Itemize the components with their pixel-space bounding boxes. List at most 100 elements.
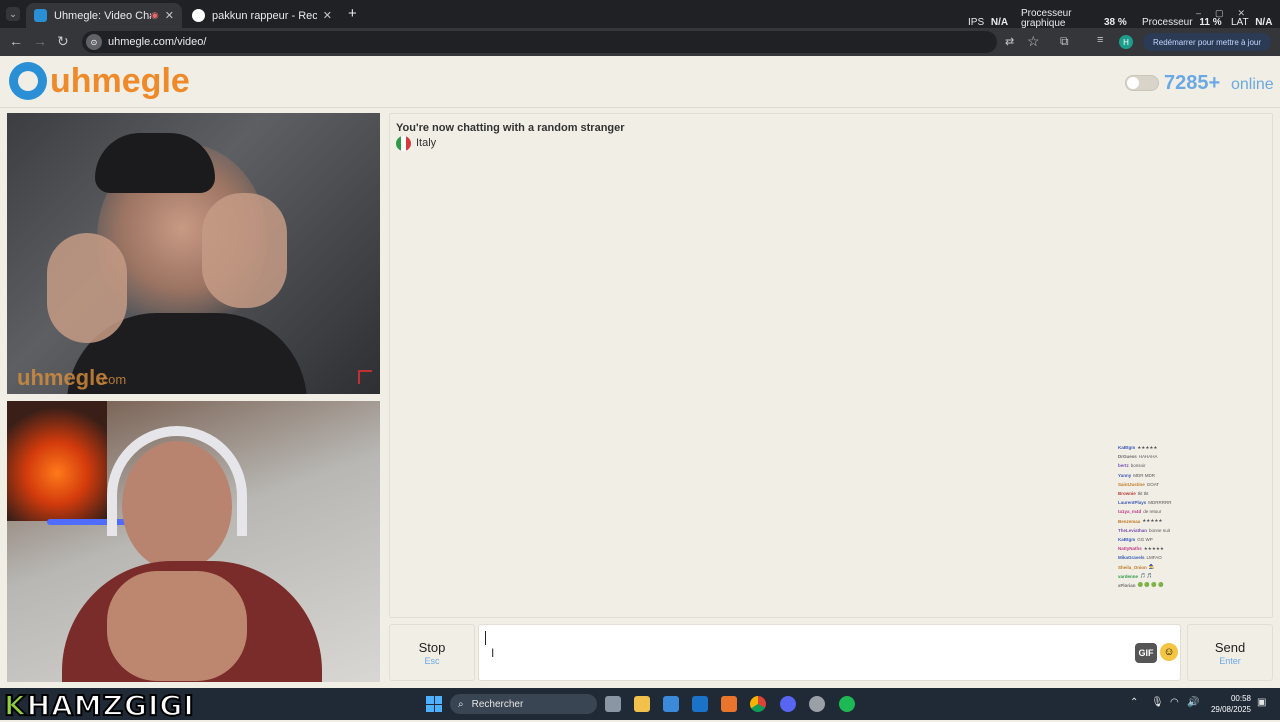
overlay-chat-row: TheLeviathan bonne nuit — [1118, 526, 1228, 535]
stranger-video — [7, 113, 380, 394]
gif-button[interactable]: GIF — [1135, 643, 1157, 663]
file-explorer-icon[interactable] — [634, 696, 650, 712]
new-tab-button[interactable]: + — [348, 5, 357, 22]
discord-icon[interactable] — [780, 696, 796, 712]
site-header — [0, 56, 1280, 108]
clock-date: 29/08/2025 — [1210, 705, 1251, 714]
window-controls[interactable]: –▢✕ — [1196, 8, 1259, 19]
address-bar[interactable]: ⊙ uhmegle.com/video/ — [82, 31, 997, 53]
overlay-chat-row: NattyNaths ★★★★★ — [1118, 544, 1228, 553]
overlay-chat-row: DrGuess HAHAHA — [1118, 452, 1228, 461]
stop-hint: Esc — [424, 655, 440, 666]
taskbar-clock[interactable]: 00:58 29/08/2025 — [1206, 693, 1251, 715]
overlay-chat-message: ★★★★★ — [1137, 444, 1158, 450]
ips-value: N/A — [990, 17, 1009, 28]
microphone-icon[interactable]: 🎙 — [1151, 697, 1164, 708]
site-logo-text[interactable]: uhmegle — [50, 62, 190, 101]
volume-icon[interactable]: 🔊 — [1187, 697, 1199, 708]
profile-avatar[interactable]: H — [1119, 35, 1133, 49]
perf-lat: LAT N/A — [1231, 18, 1272, 28]
extensions-icon[interactable]: ⧉ — [1060, 34, 1069, 49]
message-input[interactable] — [478, 624, 1181, 681]
overlay-chat-row: Benzemaa ★★★★★ — [1118, 517, 1228, 526]
google-favicon — [192, 9, 205, 22]
overlay-chat-user: KaBtgm — [1118, 445, 1136, 451]
reading-list-icon[interactable]: ≡ — [1097, 34, 1103, 46]
overlay-chat-user: NattyNaths — [1118, 546, 1142, 552]
gpu-label: Processeur graphique — [1021, 8, 1072, 29]
outlook-icon[interactable] — [692, 696, 708, 712]
back-icon[interactable]: ← — [9, 33, 23, 49]
stop-button[interactable]: Stop Esc — [389, 624, 475, 681]
forward-icon[interactable]: → — [33, 33, 47, 49]
theme-toggle[interactable] — [1125, 75, 1159, 91]
overlay-chat-user: vardenne — [1118, 573, 1139, 579]
store-icon[interactable] — [663, 696, 679, 712]
overlay-chat-row: MikaGravels LMFAO — [1118, 553, 1228, 562]
tab-google[interactable]: pakkun rappeur - Recherche Google ✕ — [184, 3, 340, 28]
streamer-name-overlay: KHAMZGIGI — [3, 688, 195, 722]
app-orange-icon[interactable] — [721, 696, 737, 712]
perf-cpu: Processeur 11 % — [1142, 18, 1222, 28]
overlay-chat-row: KaBtgm ★★★★★ — [1118, 443, 1228, 452]
overlay-chat-message: ★★★★★ — [1142, 518, 1163, 524]
notification-icon[interactable]: ▣ — [1257, 697, 1266, 708]
overlay-chat-user: LaurentPlays — [1118, 500, 1147, 506]
video-watermark-suffix: .com — [98, 372, 127, 387]
overlay-chat-row: Sheila_Onion 🧙 — [1118, 562, 1228, 571]
overlay-chat-user: Benzemaa — [1118, 518, 1141, 524]
overlay-chat-row: KaBtgm GG WP — [1118, 535, 1228, 544]
overlay-chat-message: GOAT — [1146, 481, 1160, 487]
spotify-icon[interactable] — [839, 696, 855, 712]
overlay-chat-user: MikaGravels — [1118, 555, 1145, 561]
overlay-chat-user: ta1ya_m4d — [1118, 509, 1142, 515]
stranger-hand-right — [202, 193, 287, 308]
send-button[interactable]: Send Enter — [1187, 624, 1273, 681]
online-label: online — [1231, 76, 1274, 93]
search-icon: ⌕ — [458, 698, 464, 710]
tray-chevron-icon[interactable]: ⌃ — [1130, 697, 1138, 708]
cpu-label: Processeur — [1142, 17, 1193, 28]
italy-flag-icon — [396, 136, 411, 151]
overlay-chat-message: de retour — [1143, 509, 1162, 515]
overlay-chat-user: Sheila_Onion — [1118, 564, 1147, 570]
overlay-chat-message: LMFAO — [1146, 555, 1162, 561]
fireplace — [7, 401, 107, 521]
bookmark-star-icon[interactable]: ☆ — [1027, 33, 1040, 50]
windows-start-icon[interactable] — [426, 696, 442, 712]
overlay-chat-user: Brownie — [1118, 491, 1136, 497]
overlay-chat-row: LaurentPlays MDRRRRR — [1118, 498, 1228, 507]
tab-list-button[interactable]: ⌄ — [6, 7, 20, 21]
close-tab-icon[interactable]: ✕ — [159, 9, 174, 22]
overlay-chat-user: SaintJustine — [1118, 481, 1145, 487]
translate-icon[interactable]: ⇄ — [1005, 35, 1014, 48]
taskbar-search[interactable]: ⌕ Rechercher — [450, 694, 597, 714]
site-info-icon[interactable]: ⊙ — [86, 34, 102, 50]
overlay-chat-message: ★★★★★ — [1143, 545, 1164, 551]
emoji-icon[interactable]: ☺ — [1160, 643, 1178, 661]
app-gray-icon[interactable] — [809, 696, 825, 712]
reload-icon[interactable]: ↻ — [57, 33, 69, 50]
send-label: Send — [1214, 639, 1246, 655]
restart-label: Redémarrer pour mettre à jour — [1152, 37, 1262, 47]
url-text: uhmegle.com/video/ — [108, 36, 207, 48]
close-tab-icon[interactable]: ✕ — [317, 9, 332, 22]
chrome-icon[interactable] — [750, 696, 766, 712]
uhmegle-logo-icon[interactable] — [9, 62, 47, 100]
report-flag-icon[interactable] — [358, 370, 372, 384]
overlay-chat-message: 🟢 🟢 🟢 🟢 — [1137, 582, 1164, 588]
task-view-icon[interactable] — [605, 696, 621, 712]
text-caret — [485, 631, 486, 645]
overlay-chat-user: DrGuess — [1118, 454, 1137, 460]
wifi-icon[interactable]: ◠ — [1170, 697, 1179, 708]
overlay-chat-message: GG WP — [1137, 536, 1153, 542]
overlay-chat-message: 🎵 🎵 — [1140, 573, 1153, 579]
overlay-chat-user: Yanny — [1118, 472, 1132, 478]
overlay-chat-message: 🧙 — [1148, 564, 1155, 570]
video-watermark: uhmegle — [17, 365, 108, 390]
stranger-cap — [95, 133, 215, 193]
tab-uhmegle[interactable]: Uhmegle: Video Chat | Omegle ◉ ✕ — [26, 3, 182, 28]
self-video — [7, 401, 380, 682]
mouse-cursor: I — [491, 646, 495, 660]
restart-update-button[interactable]: Redémarrer pour mettre à jour — [1143, 33, 1271, 51]
